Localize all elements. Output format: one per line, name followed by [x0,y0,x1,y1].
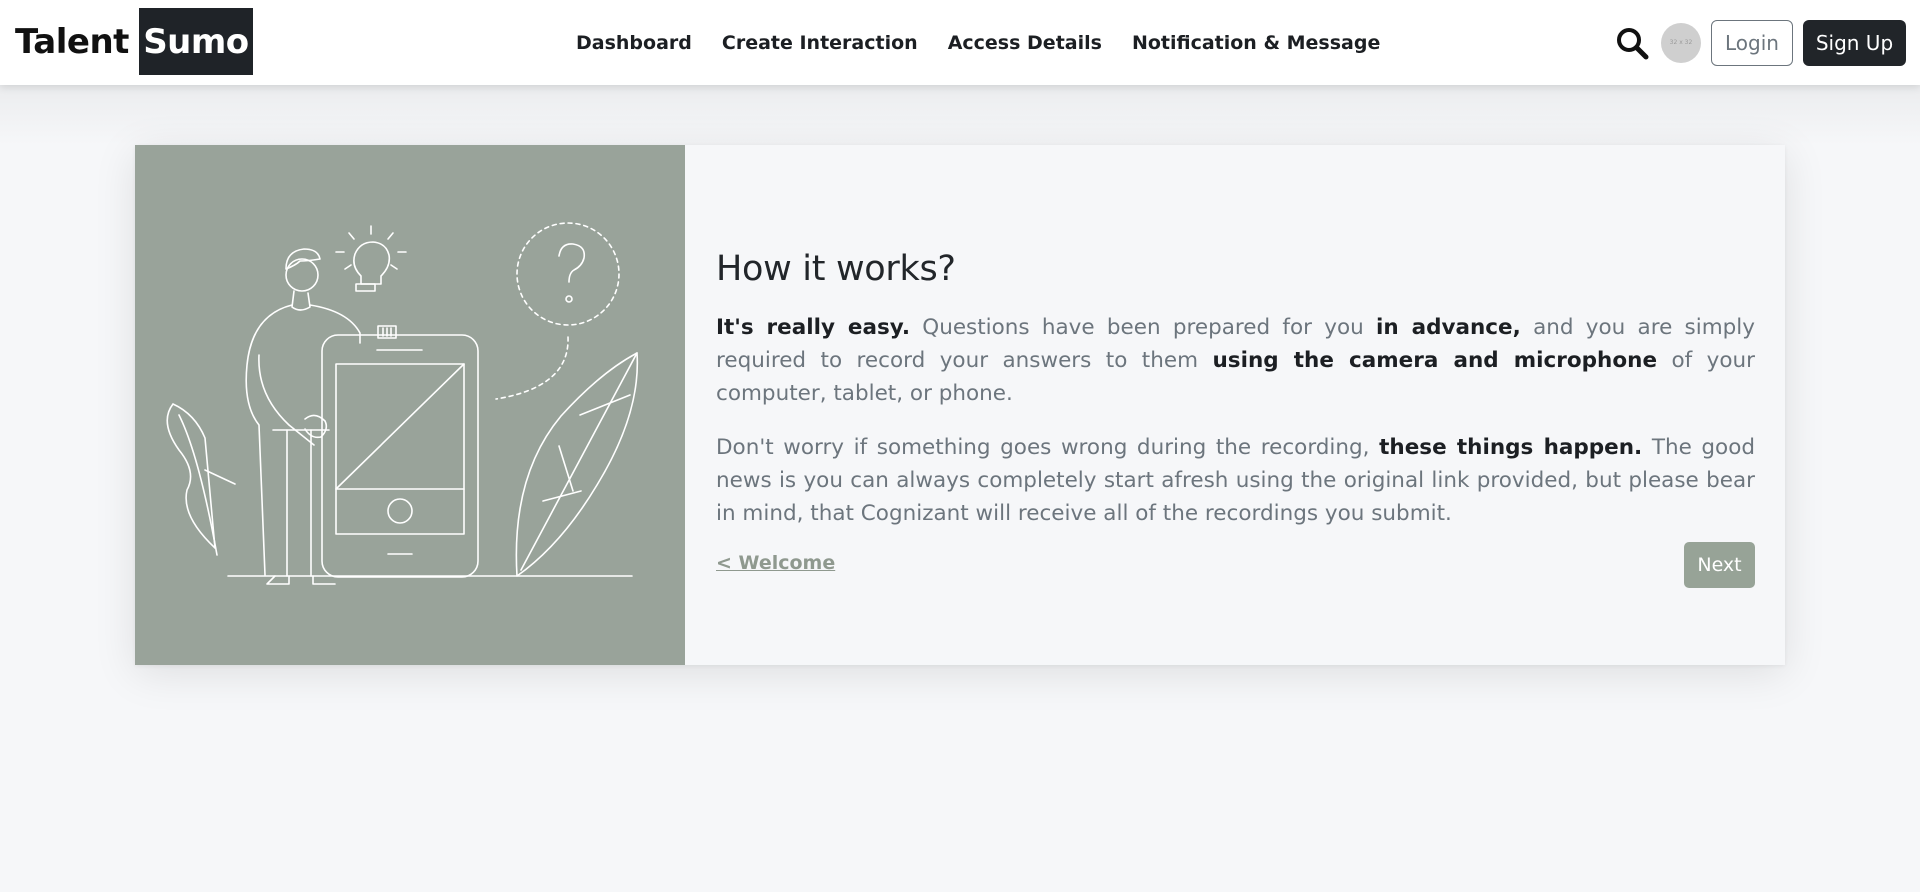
sign-up-button[interactable]: Sign Up [1803,19,1906,66]
card-content: How it works? It's really easy. Question… [685,145,1785,665]
page-title: How it works? [716,249,956,289]
back-to-welcome-link[interactable]: < Welcome [716,552,835,574]
nav-actions: 32 x 32 Login Sign Up [1615,0,1906,85]
brand-talent-text: Talent [15,21,129,62]
person-with-tablet-illustration [166,222,639,585]
nav-access-details[interactable]: Access Details [948,32,1102,54]
main-nav: Dashboard Create Interaction Access Deta… [576,0,1410,85]
next-button[interactable]: Next [1684,542,1755,588]
how-it-works-card: How it works? It's really easy. Question… [135,145,1785,665]
recording-bold-happen: these things happen. [1379,435,1643,460]
search-icon[interactable] [1615,26,1649,60]
card-actions: < Welcome Next [716,542,1755,588]
brand-logo[interactable]: Talent Sumo [15,8,253,75]
nav-dashboard[interactable]: Dashboard [576,32,692,54]
illustration-panel [135,145,685,665]
nav-notification-message[interactable]: Notification & Message [1132,32,1380,54]
intro-text-1: Questions have been prepared for you [910,315,1376,340]
header-shadow [0,85,1920,145]
intro-bold-easy: It's really easy. [716,315,911,340]
intro-bold-camera: using the camera and microphone [1212,348,1658,373]
login-button[interactable]: Login [1711,19,1793,66]
intro-paragraph: It's really easy. Questions have been pr… [716,311,1755,410]
recording-paragraph: Don't worry if something goes wrong duri… [716,431,1755,530]
intro-bold-advance: in advance, [1376,315,1521,340]
recording-text-1: Don't worry if something goes wrong duri… [716,435,1380,460]
brand-sumo-text: Sumo [138,8,253,75]
nav-create-interaction[interactable]: Create Interaction [722,32,918,54]
avatar-placeholder-text: 32 x 32 [1669,39,1693,46]
avatar[interactable]: 32 x 32 [1661,22,1701,63]
top-navbar: Talent Sumo Dashboard Create Interaction… [0,0,1920,85]
